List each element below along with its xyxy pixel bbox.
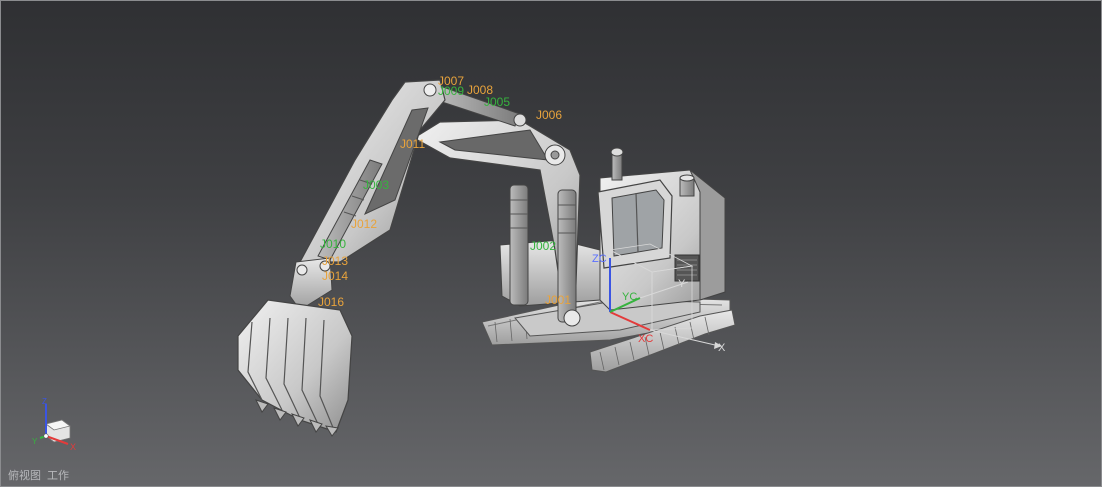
joint-label-j002[interactable]: J002 [530,239,556,253]
csys-x-label: X [718,342,726,354]
joint-label-j003[interactable]: J003 [363,178,389,192]
triad-x-label: X [70,442,76,452]
joint-label-j016[interactable]: J016 [318,295,344,309]
joint-label-j005[interactable]: J005 [484,95,510,109]
csys-yc-label: YC [622,291,637,303]
triad-y-label: Y [32,437,38,446]
csys-xc-label: XC [638,333,653,345]
boom-cylinder-left [509,184,529,306]
view-status-bar: 俯视图 工作 [8,467,75,483]
bucket [237,299,353,437]
excavator-body [499,147,726,311]
joint-label-j010[interactable]: J010 [320,237,346,251]
joint-label-j009[interactable]: J009 [438,84,464,98]
joint-label-j006[interactable]: J006 [536,108,562,122]
triad-z-label: Z [42,398,47,406]
view-orientation-triad[interactable]: Z X Y [32,398,82,458]
excavator-model-scene[interactable]: ZC YC XC X Y J007 J009 J008 J005 J006 J0… [0,0,1102,487]
joint-label-j011[interactable]: J011 [400,137,425,151]
joint-label-j013[interactable]: J013 [322,254,348,268]
exhaust-pipe [610,147,624,181]
csys-y-label: Y [678,278,686,290]
view-mode-label: 工作 [47,469,69,482]
csys-zc-label: ZC [592,253,607,265]
air-filter [679,174,695,197]
graphics-viewport[interactable]: ZC YC XC X Y J007 J009 J008 J005 J006 J0… [0,0,1102,487]
joint-label-j012[interactable]: J012 [351,217,377,231]
operator-cab [597,179,673,269]
view-name-label: 俯视图 [8,469,41,482]
joint-label-j014[interactable]: J014 [322,269,348,283]
joint-label-j001[interactable]: J001 [545,293,571,307]
